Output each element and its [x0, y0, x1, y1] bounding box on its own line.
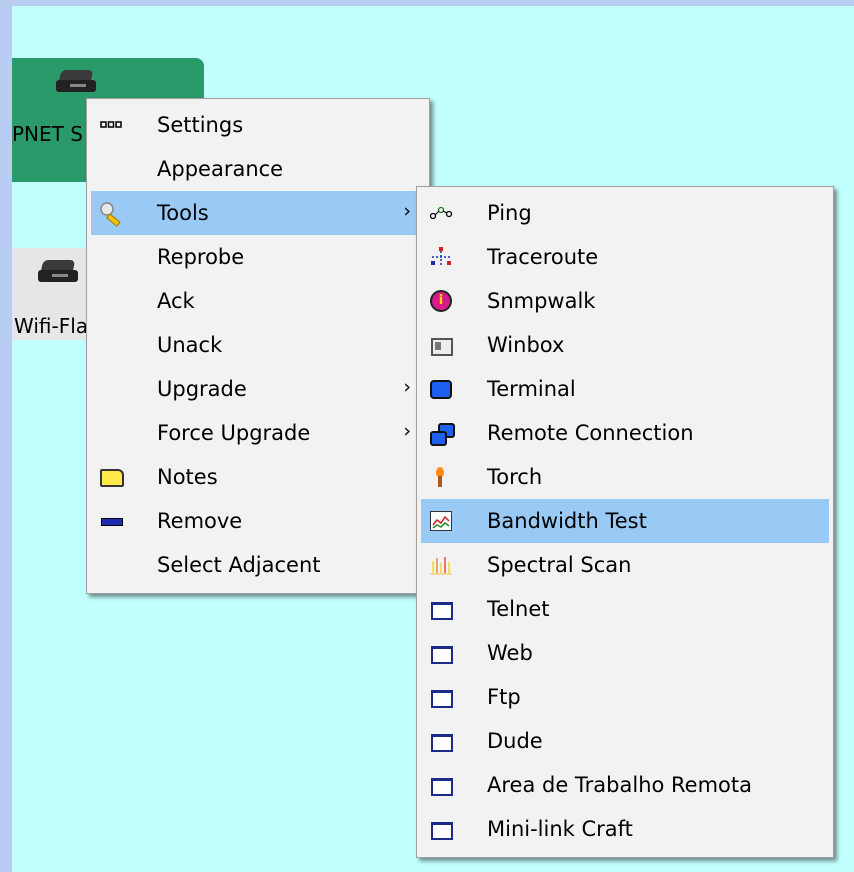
tool-item-spectral-scan[interactable]: Spectral Scan — [421, 543, 829, 587]
tools-submenu: Ping Traceroute i Snmpwalk Winbox Termin… — [416, 186, 834, 858]
menu-item-label: Unack — [157, 333, 223, 357]
menu-item-ack[interactable]: Ack — [91, 279, 425, 323]
spectral-scan-icon — [429, 553, 453, 577]
menu-item-label: Area de Trabalho Remota — [487, 773, 753, 797]
tool-item-telnet[interactable]: Telnet — [421, 587, 829, 631]
menu-item-label: Notes — [157, 465, 218, 489]
settings-dots-icon — [99, 113, 123, 137]
menu-item-upgrade[interactable]: Upgrade › — [91, 367, 425, 411]
bandwidth-test-icon — [429, 509, 453, 533]
menu-item-notes[interactable]: Notes — [91, 455, 425, 499]
menu-item-label: Remote Connection — [487, 421, 694, 445]
menu-item-label: Remove — [157, 509, 243, 533]
terminal-icon — [429, 377, 453, 401]
menu-item-label: Telnet — [487, 597, 550, 621]
menu-item-label: Ping — [487, 201, 532, 225]
submenu-arrow-icon: › — [403, 420, 411, 442]
menu-item-label: Upgrade — [157, 377, 247, 401]
menu-item-label: Ftp — [487, 685, 521, 709]
tool-item-ping[interactable]: Ping — [421, 191, 829, 235]
window-icon — [429, 597, 453, 621]
menu-item-appearance[interactable]: Appearance — [91, 147, 425, 191]
tool-item-bandwidth-test[interactable]: Bandwidth Test — [421, 499, 829, 543]
window-icon — [429, 817, 453, 841]
menu-item-label: Tools — [157, 201, 209, 225]
window-icon — [429, 685, 453, 709]
tool-item-mini-link-craft[interactable]: Mini-link Craft — [421, 807, 829, 851]
menu-item-label: Reprobe — [157, 245, 245, 269]
menu-item-tools[interactable]: Tools › — [91, 191, 425, 235]
router-device-icon — [38, 260, 78, 284]
menu-item-reprobe[interactable]: Reprobe — [91, 235, 425, 279]
node-label: Wifi-Fla — [14, 314, 86, 338]
menu-item-remove[interactable]: Remove — [91, 499, 425, 543]
menu-item-label: Dude — [487, 729, 543, 753]
tool-item-winbox[interactable]: Winbox — [421, 323, 829, 367]
winbox-icon — [429, 333, 453, 357]
window-left-edge — [0, 0, 12, 872]
window-icon — [429, 773, 453, 797]
notes-icon — [99, 465, 124, 489]
menu-item-unack[interactable]: Unack — [91, 323, 425, 367]
menu-item-settings[interactable]: Settings — [91, 103, 425, 147]
tool-item-terminal[interactable]: Terminal — [421, 367, 829, 411]
traceroute-icon — [429, 245, 453, 269]
tool-item-area-de-trabalho-remota[interactable]: Area de Trabalho Remota — [421, 763, 829, 807]
menu-item-label: Settings — [157, 113, 244, 137]
tool-item-remote-connection[interactable]: Remote Connection — [421, 411, 829, 455]
tool-item-ftp[interactable]: Ftp — [421, 675, 829, 719]
submenu-arrow-icon: › — [403, 200, 411, 222]
menu-item-label: Torch — [487, 465, 543, 489]
tool-item-traceroute[interactable]: Traceroute — [421, 235, 829, 279]
tool-item-torch[interactable]: Torch — [421, 455, 829, 499]
window-icon — [429, 641, 453, 665]
menu-item-label: Select Adjacent — [157, 553, 321, 577]
menu-item-force-upgrade[interactable]: Force Upgrade › — [91, 411, 425, 455]
context-menu: Settings Appearance Tools › Reprobe Ack … — [86, 98, 430, 594]
menu-item-label: Web — [487, 641, 533, 665]
menu-item-select-adjacent[interactable]: Select Adjacent — [91, 543, 425, 587]
remove-icon — [99, 509, 123, 533]
remote-connection-icon — [429, 421, 455, 446]
tools-wrench-icon — [99, 201, 123, 227]
menu-item-label: Ack — [157, 289, 195, 313]
menu-item-label: Traceroute — [487, 245, 599, 269]
menu-item-label: Force Upgrade — [157, 421, 311, 445]
tool-item-web[interactable]: Web — [421, 631, 829, 675]
window-top-edge — [0, 0, 854, 6]
menu-item-label: Terminal — [487, 377, 576, 401]
menu-item-label: Bandwidth Test — [487, 509, 647, 533]
menu-item-label: Spectral Scan — [487, 553, 632, 577]
router-device-icon — [56, 70, 96, 94]
torch-icon — [429, 465, 453, 489]
menu-item-label: Winbox — [487, 333, 565, 357]
menu-item-label: Mini-link Craft — [487, 817, 633, 841]
menu-item-label: Appearance — [157, 157, 284, 181]
ping-icon — [429, 201, 453, 225]
submenu-arrow-icon: › — [403, 376, 411, 398]
tool-item-dude[interactable]: Dude — [421, 719, 829, 763]
tool-item-snmpwalk[interactable]: i Snmpwalk — [421, 279, 829, 323]
snmpwalk-icon: i — [429, 289, 453, 313]
node-label: PNET S — [12, 122, 83, 146]
menu-item-label: Snmpwalk — [487, 289, 596, 313]
window-icon — [429, 729, 453, 753]
